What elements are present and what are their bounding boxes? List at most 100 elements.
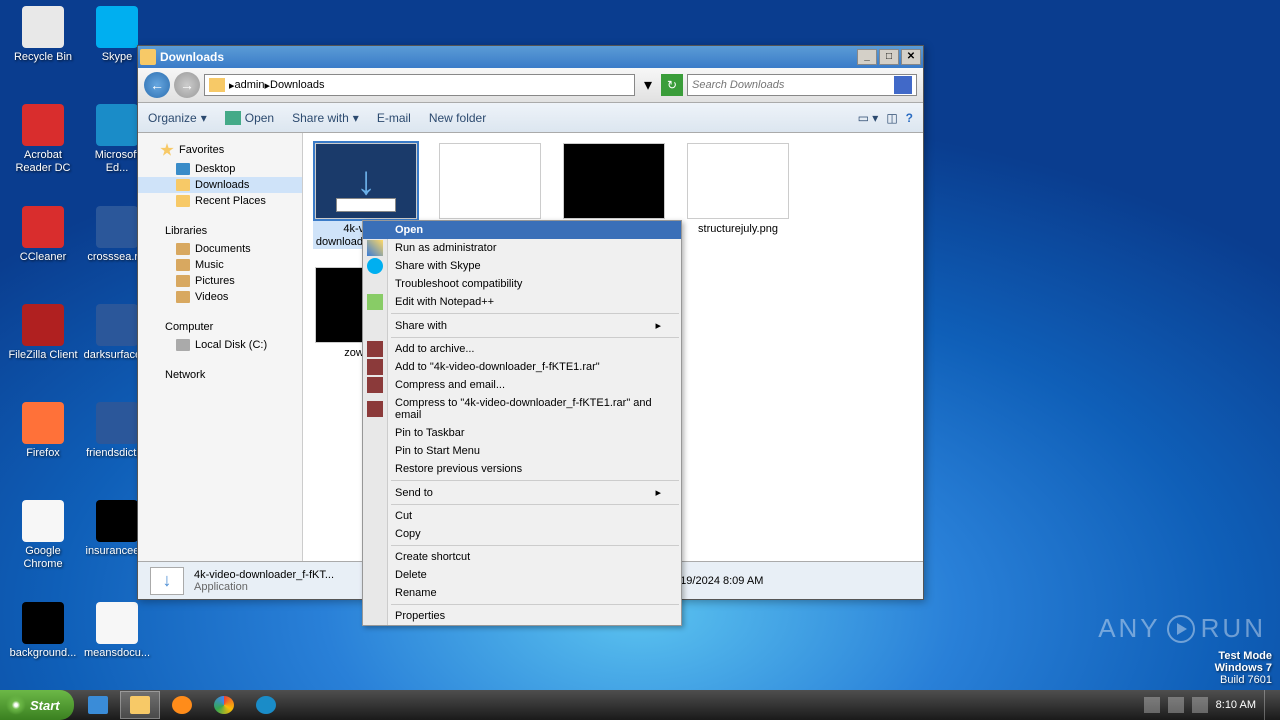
ctx-sendto[interactable]: Send to▸ xyxy=(363,483,681,502)
windows-watermark: Test Mode Windows 7 Build 7601 xyxy=(1215,650,1272,686)
icon-label: Google Chrome xyxy=(8,545,78,571)
ctx-notepad[interactable]: Edit with Notepad++ xyxy=(363,293,681,311)
file-icon: ↓ xyxy=(150,567,184,595)
help-button[interactable]: ? xyxy=(906,111,913,125)
winrar-icon xyxy=(367,359,383,375)
ctx-compressto[interactable]: Compress to "4k-video-downloader_f-fKTE1… xyxy=(363,394,681,424)
address-dropdown[interactable]: ▾ xyxy=(639,75,657,95)
folder-icon xyxy=(209,78,225,92)
ctx-addarchive[interactable]: Add to archive... xyxy=(363,340,681,358)
ctx-open[interactable]: Open xyxy=(363,221,681,239)
ctx-pinstart[interactable]: Pin to Start Menu xyxy=(363,442,681,460)
ctx-addrar[interactable]: Add to "4k-video-downloader_f-fKTE1.rar" xyxy=(363,358,681,376)
start-button[interactable]: Start xyxy=(0,690,74,720)
context-menu: Open Run as administrator Share with Sky… xyxy=(362,220,682,626)
address-bar[interactable]: ▸ admin ▸ Downloads xyxy=(204,74,635,96)
winrar-icon xyxy=(367,341,383,357)
icon-label: CCleaner xyxy=(8,251,78,264)
libraries-header[interactable]: Libraries xyxy=(138,223,302,241)
ctx-shortcut[interactable]: Create shortcut xyxy=(363,548,681,566)
app-icon xyxy=(96,104,138,146)
tray-network-icon[interactable] xyxy=(1168,697,1184,713)
taskbar-explorer[interactable] xyxy=(120,691,160,719)
sidebar: Favorites Desktop Downloads Recent Place… xyxy=(138,133,303,561)
ctx-rename[interactable]: Rename xyxy=(363,584,681,602)
back-button[interactable]: ← xyxy=(144,72,170,98)
minimize-button[interactable]: _ xyxy=(857,49,877,65)
ctx-troubleshoot[interactable]: Troubleshoot compatibility xyxy=(363,275,681,293)
sidebar-item-desktop[interactable]: Desktop xyxy=(138,161,302,177)
app-icon xyxy=(96,206,138,248)
taskbar-ie[interactable] xyxy=(78,691,118,719)
search-box[interactable] xyxy=(687,74,917,96)
system-tray: 8:10 AM xyxy=(1144,690,1280,720)
file-item[interactable]: structurejuly.png xyxy=(685,143,791,249)
sidebar-item-pictures[interactable]: Pictures xyxy=(138,273,302,289)
desktop-icon[interactable]: Acrobat Reader DC xyxy=(8,104,78,175)
folder-icon xyxy=(176,179,190,191)
search-input[interactable] xyxy=(692,79,894,91)
app-icon xyxy=(96,602,138,644)
desktop-icon[interactable]: CCleaner xyxy=(8,206,78,264)
icon-label: meansdocu... xyxy=(82,647,152,660)
ctx-delete[interactable]: Delete xyxy=(363,566,681,584)
app-icon xyxy=(22,602,64,644)
winrar-icon xyxy=(367,377,383,393)
desktop-icon[interactable]: Google Chrome xyxy=(8,500,78,571)
email-button[interactable]: E-mail xyxy=(377,111,411,125)
view-menu[interactable]: ▭ ▾ xyxy=(858,111,879,125)
thumbnail xyxy=(315,143,417,219)
ctx-cut[interactable]: Cut xyxy=(363,507,681,525)
navbar: ← → ▸ admin ▸ Downloads ▾ ↻ xyxy=(138,68,923,103)
desktop-icon[interactable]: background... xyxy=(8,602,78,660)
tray-flag-icon[interactable] xyxy=(1192,697,1208,713)
breadcrumb[interactable]: admin xyxy=(235,79,265,91)
maximize-button[interactable]: □ xyxy=(879,49,899,65)
clock[interactable]: 8:10 AM xyxy=(1216,699,1256,711)
ctx-properties[interactable]: Properties xyxy=(363,607,681,625)
newfolder-button[interactable]: New folder xyxy=(429,111,486,125)
preview-pane-button[interactable]: ◫ xyxy=(886,111,897,125)
taskbar: Start 8:10 AM xyxy=(0,690,1280,720)
desktop-icon[interactable]: meansdocu... xyxy=(82,602,152,660)
close-button[interactable]: ✕ xyxy=(901,49,921,65)
tray-speaker-icon[interactable] xyxy=(1144,697,1160,713)
app-icon xyxy=(96,6,138,48)
sidebar-item-localdisk[interactable]: Local Disk (C:) xyxy=(138,337,302,353)
sidebar-item-videos[interactable]: Videos xyxy=(138,289,302,305)
icon-label: Recycle Bin xyxy=(8,51,78,64)
organize-menu[interactable]: Organize ▾ xyxy=(148,111,207,125)
search-icon[interactable] xyxy=(894,76,912,94)
notepad-icon xyxy=(367,294,383,310)
refresh-button[interactable]: ↻ xyxy=(661,74,683,96)
network-header[interactable]: Network xyxy=(138,367,302,385)
breadcrumb[interactable]: Downloads xyxy=(270,79,324,91)
computer-header[interactable]: Computer xyxy=(138,319,302,337)
sidebar-item-downloads[interactable]: Downloads xyxy=(138,177,302,193)
taskbar-wmp[interactable] xyxy=(162,691,202,719)
chevron-right-icon: ▸ xyxy=(655,319,661,332)
show-desktop-button[interactable] xyxy=(1264,690,1276,720)
ctx-runas[interactable]: Run as administrator xyxy=(363,239,681,257)
ctx-restore[interactable]: Restore previous versions xyxy=(363,460,681,478)
open-button[interactable]: Open xyxy=(225,111,274,125)
sidebar-item-documents[interactable]: Documents xyxy=(138,241,302,257)
desktop-icon[interactable]: FileZilla Client xyxy=(8,304,78,362)
favorites-header[interactable]: Favorites xyxy=(138,141,302,161)
ctx-skype[interactable]: Share with Skype xyxy=(363,257,681,275)
desktop-icon[interactable]: Firefox xyxy=(8,402,78,460)
thumbnail xyxy=(687,143,789,219)
titlebar[interactable]: Downloads _ □ ✕ xyxy=(138,46,923,68)
share-menu[interactable]: Share with ▾ xyxy=(292,111,359,125)
ctx-sharewith[interactable]: Share with▸ xyxy=(363,316,681,335)
sidebar-item-music[interactable]: Music xyxy=(138,257,302,273)
taskbar-edge[interactable] xyxy=(246,691,286,719)
desktop-icon[interactable]: Recycle Bin xyxy=(8,6,78,64)
taskbar-chrome[interactable] xyxy=(204,691,244,719)
sidebar-item-recent[interactable]: Recent Places xyxy=(138,193,302,209)
ctx-compressemail[interactable]: Compress and email... xyxy=(363,376,681,394)
ctx-copy[interactable]: Copy xyxy=(363,525,681,543)
ctx-pintaskbar[interactable]: Pin to Taskbar xyxy=(363,424,681,442)
forward-button[interactable]: → xyxy=(174,72,200,98)
app-icon xyxy=(22,304,64,346)
